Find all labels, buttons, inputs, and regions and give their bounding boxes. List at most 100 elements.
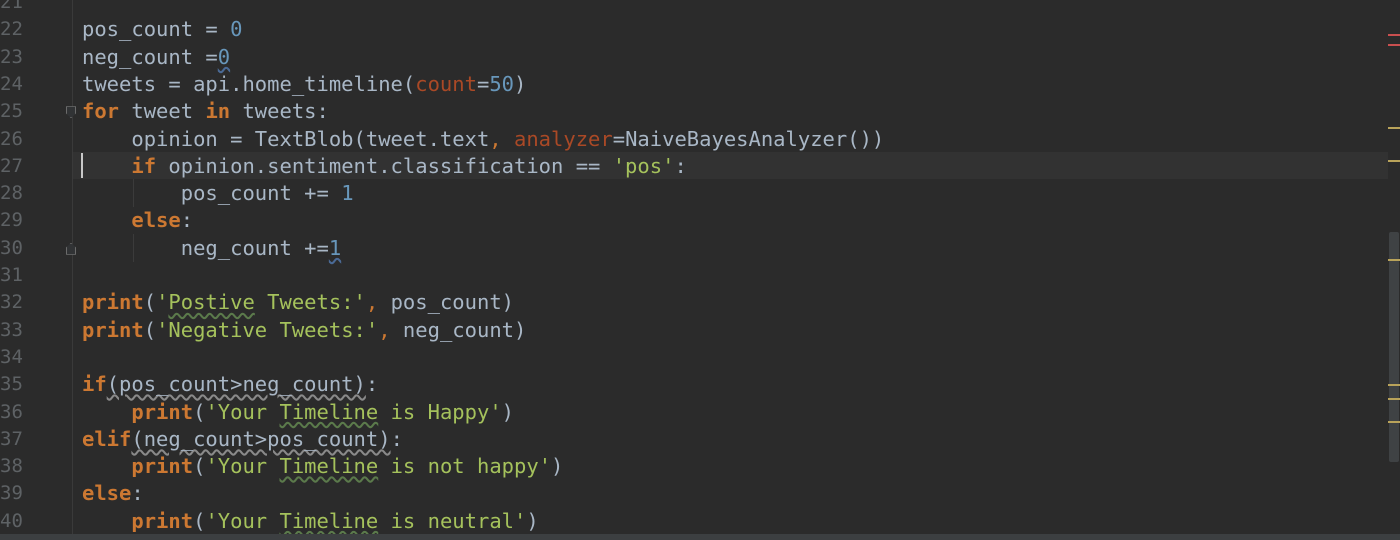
code-line[interactable]: if(pos_count>neg_count): bbox=[82, 371, 378, 398]
line-number[interactable]: 39 bbox=[0, 480, 23, 507]
code-line[interactable]: pos_count = 0 bbox=[82, 16, 242, 43]
code-token: ' bbox=[156, 290, 169, 315]
line-number[interactable]: 33 bbox=[0, 317, 23, 344]
code-token: ) bbox=[514, 71, 527, 96]
code-line[interactable]: else: bbox=[82, 207, 193, 234]
code-token: count bbox=[415, 71, 477, 96]
line-number[interactable]: 34 bbox=[0, 344, 23, 371]
code-line[interactable]: tweets = api.home_timeline(count=50) bbox=[82, 71, 526, 98]
line-number[interactable]: 21 bbox=[0, 0, 23, 16]
line-number[interactable]: 28 bbox=[0, 180, 23, 207]
line-number[interactable]: 36 bbox=[0, 399, 23, 426]
warning-stripe-marker[interactable] bbox=[1388, 398, 1400, 400]
code-line[interactable]: else: bbox=[82, 480, 144, 507]
line-number[interactable]: 40 bbox=[0, 508, 23, 535]
indent-guide bbox=[133, 234, 134, 262]
code-token: tweets = api.home_timeline( bbox=[82, 71, 416, 96]
code-token: 0 bbox=[230, 17, 243, 42]
line-number[interactable]: 25 bbox=[0, 98, 23, 125]
code-token: if bbox=[131, 153, 157, 178]
code-token: : bbox=[365, 372, 379, 397]
line-number[interactable]: 24 bbox=[0, 71, 23, 98]
code-token: analyzer bbox=[513, 126, 613, 151]
code-token: is neutral' bbox=[378, 508, 527, 533]
code-token: is not happy' bbox=[378, 454, 552, 479]
code-line[interactable]: print('Your Timeline is neutral') bbox=[82, 508, 538, 535]
line-number[interactable]: 26 bbox=[0, 126, 23, 153]
code-token: ( bbox=[143, 317, 157, 342]
vertical-scrollbar[interactable] bbox=[1388, 0, 1400, 540]
code-token: 1 bbox=[341, 181, 354, 206]
code-token: if bbox=[82, 372, 107, 397]
code-token: neg_count = bbox=[82, 44, 218, 69]
code-token: for bbox=[82, 99, 120, 124]
warning-stripe-marker[interactable] bbox=[1388, 421, 1400, 423]
line-number[interactable]: 22 bbox=[0, 16, 23, 43]
error-stripe-marker[interactable] bbox=[1388, 34, 1400, 36]
warning-stripe-marker[interactable] bbox=[1388, 127, 1400, 129]
code-token: Timeline bbox=[279, 508, 379, 533]
line-number[interactable]: 29 bbox=[0, 207, 23, 234]
text-caret bbox=[81, 153, 83, 178]
warning-stripe-marker[interactable] bbox=[1388, 259, 1400, 261]
code-token: ) bbox=[551, 454, 564, 479]
line-number-gutter[interactable]: 21 22 23 24 25 26 27 28 29 30 31 32 33 34 35 36 37 38 39 40 bbox=[0, 0, 73, 540]
scrollbar-thumb[interactable] bbox=[1389, 232, 1399, 462]
code-line[interactable]: print('Postive Tweets:', pos_count) bbox=[82, 289, 514, 316]
code-token: 1 bbox=[328, 235, 342, 260]
code-token: print bbox=[82, 290, 144, 315]
warning-stripe-marker[interactable] bbox=[1388, 384, 1400, 386]
error-stripe-marker[interactable] bbox=[1388, 44, 1400, 46]
horizontal-scrollbar[interactable] bbox=[0, 534, 1400, 540]
code-line[interactable]: if opinion.sentiment.classification == '… bbox=[82, 153, 687, 180]
line-number[interactable]: 27 bbox=[0, 153, 23, 180]
code-token: , bbox=[365, 290, 391, 315]
code-token: 'Your bbox=[205, 454, 280, 479]
code-line[interactable]: print('Your Timeline is Happy') bbox=[82, 399, 514, 426]
indent-guide bbox=[133, 179, 134, 207]
code-token: ( bbox=[193, 508, 206, 533]
code-token: else bbox=[82, 481, 132, 506]
line-number[interactable]: 37 bbox=[0, 426, 23, 453]
code-token: Tweets:' bbox=[254, 290, 366, 315]
code-token: 'Your bbox=[205, 399, 280, 424]
code-token: ) bbox=[501, 399, 515, 424]
code-token: Timeline bbox=[279, 399, 379, 424]
code-token: ( bbox=[143, 290, 157, 315]
code-line[interactable]: neg_count =0 bbox=[82, 44, 230, 71]
code-token: : bbox=[131, 481, 144, 506]
code-token: print bbox=[82, 317, 144, 342]
code-line[interactable]: for tweet in tweets: bbox=[82, 98, 329, 125]
line-number[interactable]: 38 bbox=[0, 453, 23, 480]
warning-stripe-marker[interactable] bbox=[1388, 160, 1400, 162]
code-editor[interactable]: 21 22 23 24 25 26 27 28 29 30 31 32 33 34 35 36 37 38 39 40… bbox=[0, 0, 1400, 540]
line-number[interactable]: 23 bbox=[0, 44, 23, 71]
code-token: Timeline bbox=[279, 454, 379, 479]
line-number[interactable]: 32 bbox=[0, 289, 23, 316]
code-line[interactable]: print('Negative Tweets:', neg_count) bbox=[82, 317, 526, 344]
line-number[interactable]: 31 bbox=[0, 262, 23, 289]
code-line[interactable]: print('Your Timeline is not happy') bbox=[82, 453, 563, 480]
code-token: neg_count += bbox=[82, 235, 329, 260]
code-line[interactable]: elif(neg_count>pos_count): bbox=[82, 426, 403, 453]
code-line[interactable]: pos_count += 1 bbox=[82, 180, 354, 207]
code-token: , bbox=[378, 317, 403, 342]
code-token: in bbox=[205, 99, 231, 124]
code-token: 'pos' bbox=[612, 153, 675, 178]
code-token: opinion.sentiment.classification == bbox=[156, 153, 613, 178]
code-token: : bbox=[180, 208, 194, 233]
code-token: pos_count = bbox=[82, 17, 231, 42]
line-number[interactable]: 35 bbox=[0, 371, 23, 398]
code-token: (neg_count>pos_count) bbox=[131, 426, 391, 451]
code-line[interactable]: neg_count +=1 bbox=[82, 235, 341, 262]
line-number[interactable]: 30 bbox=[0, 235, 23, 262]
code-token: print bbox=[131, 399, 194, 424]
code-token: : bbox=[674, 153, 687, 178]
code-token: tweets: bbox=[230, 99, 329, 124]
code-line[interactable]: opinion = TextBlob(tweet.text, analyzer=… bbox=[82, 126, 884, 153]
code-token: else bbox=[131, 208, 181, 233]
code-token: 'Negative Tweets:' bbox=[156, 317, 379, 342]
